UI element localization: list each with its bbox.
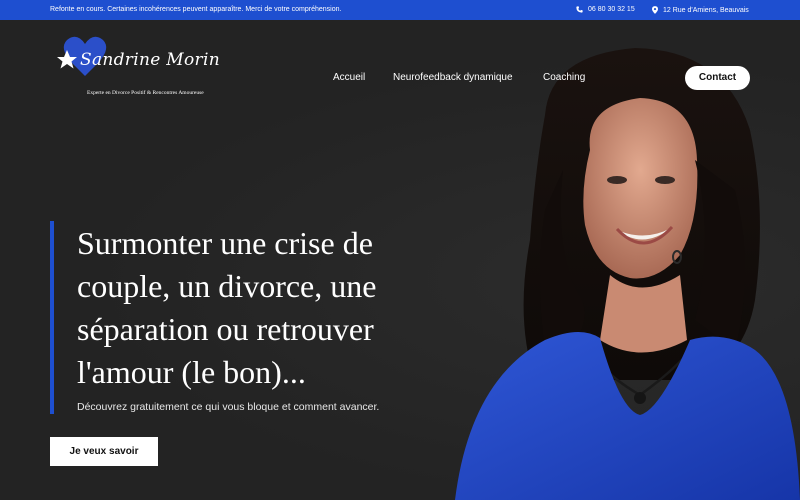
contact-button[interactable]: Contact [685,66,750,90]
phone-number[interactable]: 06 80 30 32 15 [588,6,635,13]
announcement-text: Refonte en cours. Certaines incohérences… [50,6,342,13]
headline-accent-bar [50,221,54,414]
phone-info[interactable]: 06 80 30 32 15 [576,6,635,13]
announcement-bar: Refonte en cours. Certaines incohérences… [0,0,800,20]
location-pin-icon [652,6,658,14]
logo-tagline: Experte en Divorce Positif & Rencontres … [87,90,204,96]
address-info: 12 Rue d'Amiens, Beauvais [652,6,749,14]
phone-icon [576,6,583,13]
hero-subline: Découvrez gratuitement ce qui vous bloqu… [77,401,380,413]
hero-headline: Surmonter une crise de couple, un divorc… [77,225,377,390]
logo-name[interactable]: Sandrine Morin [80,50,220,70]
portrait-photo [455,48,800,500]
address-text: 12 Rue d'Amiens, Beauvais [663,6,749,14]
nav-item-coaching[interactable]: Coaching [543,72,585,83]
nav-item-neurofeedback[interactable]: Neurofeedback dynamique [393,72,513,83]
cta-button[interactable]: Je veux savoir [50,437,158,466]
nav-item-accueil[interactable]: Accueil [333,72,365,83]
